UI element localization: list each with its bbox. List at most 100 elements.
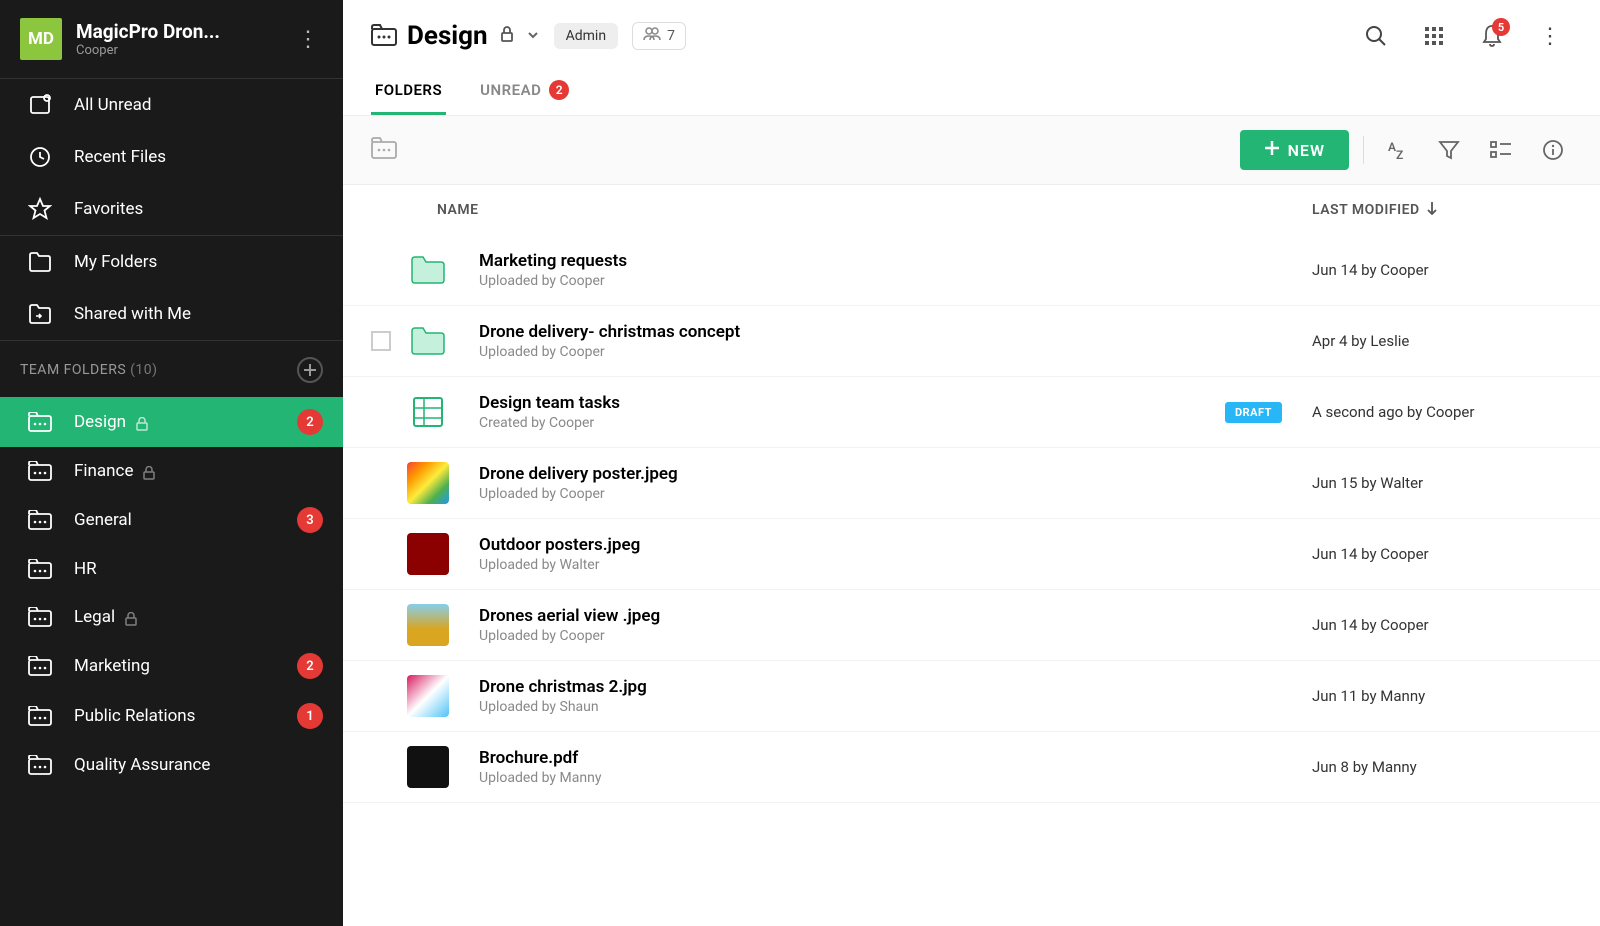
file-icon [407, 462, 449, 504]
tab-folders[interactable]: FOLDERS [371, 68, 446, 115]
team-folder-general[interactable]: General3 [0, 495, 343, 545]
view-toggle-button[interactable] [1482, 131, 1520, 169]
filter-button[interactable] [1430, 131, 1468, 169]
file-meta: Uploaded by Manny [479, 770, 1282, 786]
column-name[interactable]: NAME [371, 202, 1312, 218]
page-header: Design Admin 7 5 ⋮ [343, 0, 1600, 58]
info-button[interactable] [1534, 131, 1572, 169]
team-folder-icon [28, 605, 52, 629]
team-folder-label: Public Relations [74, 706, 195, 726]
team-folder-icon [28, 508, 52, 532]
file-name: Brochure.pdf [479, 748, 1282, 768]
plus-icon [1264, 140, 1280, 160]
unread-badge: 2 [297, 653, 323, 679]
team-folder-icon [28, 459, 52, 483]
file-modified: Jun 8 by Manny [1312, 758, 1572, 776]
sidebar-item-label: My Folders [74, 252, 157, 272]
file-row[interactable]: Outdoor posters.jpegUploaded by WalterJu… [343, 519, 1600, 590]
team-folder-icon [371, 24, 395, 48]
file-row[interactable]: Design team tasksCreated by CooperDRAFTA… [343, 377, 1600, 448]
team-folder-marketing[interactable]: Marketing 2 [0, 641, 343, 691]
team-folders-count: (10) [130, 362, 157, 378]
file-meta: Uploaded by Walter [479, 557, 1282, 573]
sidebar-item-label: All Unread [74, 95, 151, 115]
team-folder-public-relations[interactable]: Public Relations 1 [0, 691, 343, 741]
tab-unread[interactable]: UNREAD 2 [476, 68, 573, 115]
toolbar-folder-icon[interactable] [371, 137, 397, 164]
lock-icon [143, 465, 155, 477]
share-folder-icon [28, 302, 52, 326]
draft-tag: DRAFT [1225, 402, 1282, 423]
file-list: Marketing requests Uploaded by Cooper Jun … [343, 235, 1600, 926]
header-more-button[interactable]: ⋮ [1528, 14, 1572, 58]
file-row[interactable]: Drones aerial view .jpeg Uploaded by Coop… [343, 590, 1600, 661]
team-folder-quality-assurance[interactable]: Quality Assurance [0, 741, 343, 789]
workspace-name[interactable]: MagicPro Dron... [76, 20, 279, 43]
sidebar-item-label: Shared with Me [74, 304, 191, 324]
sort-alpha-button[interactable]: AZ [1378, 131, 1416, 169]
sidebar-nav-star[interactable]: Favorites [0, 183, 343, 235]
team-folder-icon [28, 753, 52, 777]
file-row[interactable]: Drone delivery poster.jpeg Uploaded by Co… [343, 448, 1600, 519]
toolbar: NEW AZ [343, 116, 1600, 185]
new-button[interactable]: NEW [1240, 130, 1349, 170]
file-name: Marketing requests [479, 251, 1282, 271]
title-dropdown-icon[interactable] [526, 27, 540, 46]
unread-badge: 1 [297, 703, 323, 729]
file-row[interactable]: Drone christmas 2.jpgUploaded by ShaunJu… [343, 661, 1600, 732]
apps-grid-button[interactable] [1412, 14, 1456, 58]
file-row[interactable]: Drone delivery- christmas conceptUploade… [343, 306, 1600, 377]
file-modified: Jun 14 by Cooper [1312, 545, 1572, 563]
tab-unread-badge: 2 [549, 80, 569, 100]
column-modified-label: LAST MODIFIED [1312, 202, 1420, 218]
file-name: Drone delivery poster.jpeg [479, 464, 1282, 484]
main-content: Design Admin 7 5 ⋮ [343, 0, 1600, 926]
lock-icon [125, 611, 137, 623]
team-folder-label: Marketing [74, 656, 150, 676]
workspace-avatar: MD [20, 18, 62, 60]
team-folder-finance[interactable]: Finance [0, 447, 343, 495]
sidebar: MD MagicPro Dron... Cooper ⋮ All Unread R… [0, 0, 343, 926]
toolbar-divider [1363, 136, 1364, 164]
sidebar-nav-share-folder[interactable]: Shared with Me [0, 288, 343, 340]
page-title: Design [407, 21, 488, 51]
breadcrumb: Design [371, 21, 540, 51]
team-folder-design[interactable]: Design 2 [0, 397, 343, 447]
role-chip[interactable]: Admin [554, 23, 618, 49]
members-chip[interactable]: 7 [632, 22, 686, 50]
svg-text:Z: Z [1396, 148, 1403, 161]
file-icon [407, 604, 449, 646]
file-meta: Uploaded by Cooper [479, 628, 1282, 644]
team-folders-label: TEAM FOLDERS [20, 362, 126, 378]
file-checkbox[interactable] [371, 331, 391, 351]
file-meta: Uploaded by Cooper [479, 344, 1282, 360]
team-folder-label: Quality Assurance [74, 755, 210, 775]
sidebar-item-label: Recent Files [74, 147, 166, 167]
file-row[interactable]: Marketing requestsUploaded by CooperJun … [343, 235, 1600, 306]
file-meta: Uploaded by Cooper [479, 273, 1282, 289]
file-icon [407, 320, 449, 362]
team-folder-legal[interactable]: Legal [0, 593, 343, 641]
sidebar-nav-folder[interactable]: My Folders [0, 236, 343, 288]
star-icon [28, 197, 52, 221]
search-button[interactable] [1354, 14, 1398, 58]
unread-badge: 2 [297, 409, 323, 435]
sidebar-nav-clock[interactable]: Recent Files [0, 131, 343, 183]
team-folder-hr[interactable]: HR [0, 545, 343, 593]
file-modified: Jun 11 by Manny [1312, 687, 1572, 705]
workspace-user: Cooper [76, 43, 279, 58]
file-name: Drones aerial view .jpeg [479, 606, 1282, 626]
sidebar-nav-unread[interactable]: All Unread [0, 79, 343, 131]
workspace-info: MagicPro Dron... Cooper [76, 20, 279, 58]
workspace-menu-icon[interactable]: ⋮ [293, 23, 323, 56]
notifications-button[interactable]: 5 [1470, 14, 1514, 58]
team-folder-icon [28, 557, 52, 581]
file-meta: Uploaded by Shaun [479, 699, 1282, 715]
team-folder-label: Design [74, 412, 126, 432]
tabs: FOLDERS UNREAD 2 [343, 58, 1600, 116]
file-meta: Uploaded by Cooper [479, 486, 1282, 502]
unread-icon [28, 93, 52, 117]
column-modified[interactable]: LAST MODIFIED [1312, 201, 1572, 219]
add-team-folder-button[interactable] [297, 357, 323, 383]
file-row[interactable]: Brochure.pdf Uploaded by Manny Jun 8 by Ma… [343, 732, 1600, 803]
